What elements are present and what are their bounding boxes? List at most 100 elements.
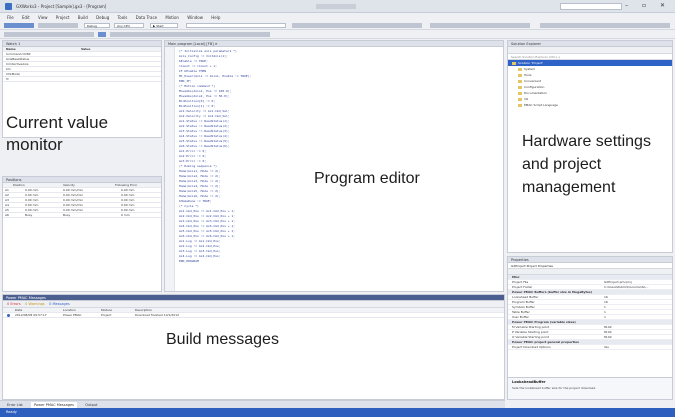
- editor-gutter: [165, 47, 175, 291]
- label-build-messages: Build messages: [166, 331, 279, 348]
- property-name: Power PMAC Program (variable sizes): [512, 320, 576, 324]
- program-editor[interactable]: Main program [Local] [FB] ✕ (* Initializ…: [164, 40, 504, 292]
- properties-desc-text: Sets the lookahead buffer size for the p…: [512, 386, 597, 390]
- folder-icon: [518, 79, 522, 83]
- editor-code[interactable]: (* Initialize axis parameters *) Axis_Con…: [179, 49, 499, 264]
- app-icon: [5, 3, 12, 10]
- property-name: Power PMAC Buffers (buffer size in MegaB…: [512, 290, 593, 294]
- toolbar-file-buttons[interactable]: [4, 23, 34, 28]
- position-cell: Busy: [63, 213, 71, 217]
- toolbar-pmac: [0, 30, 675, 39]
- watch-row[interactable]: Tc: [3, 77, 161, 82]
- bottom-tab-strip: Error List Power PMAC Messages Output: [0, 400, 505, 408]
- property-name: Project Folder: [512, 285, 533, 289]
- toolbar-pmac-right[interactable]: [110, 32, 270, 37]
- property-row[interactable]: Project Download Options Yes: [508, 345, 672, 350]
- property-name: Table Buffer: [512, 310, 530, 314]
- menu-view[interactable]: View: [38, 15, 48, 20]
- messages-filter-bar: 0 Errors 0 Warnings 0 Messages: [3, 301, 504, 308]
- menu-data-trace[interactable]: Data Trace: [136, 15, 157, 20]
- message-module: Project: [101, 313, 112, 317]
- message-date: 2012/08/08 09:57:17: [15, 313, 47, 317]
- properties-description: LookaheadBuffer Sets the lookahead buffe…: [508, 377, 672, 399]
- folder-icon: [518, 103, 522, 107]
- position-row[interactable]: A6 Busy Busy 0 mm: [3, 213, 161, 218]
- tree-item-label: Solution 'Project': [518, 61, 544, 65]
- menu-file[interactable]: File: [7, 15, 14, 20]
- positions-panel: Positions Position Velocity Following Er…: [2, 176, 162, 292]
- title-bar: GXWorks3 - Project [Sample].gx3 - [Progr…: [0, 0, 675, 13]
- menu-tools[interactable]: Tools: [118, 15, 128, 20]
- folder-icon: [518, 85, 522, 89]
- menu-build[interactable]: Build: [78, 15, 88, 20]
- code-line[interactable]: END_PROGRAM: [179, 259, 499, 264]
- message-row[interactable]: 2012/08/08 09:57:17 Power PMAC Project D…: [3, 313, 504, 318]
- property-name: Project Download Options: [512, 345, 551, 349]
- quick-launch-search[interactable]: [560, 3, 622, 10]
- property-name: Project File: [512, 280, 529, 284]
- menu-edit[interactable]: Edit: [22, 15, 30, 20]
- menu-motion[interactable]: Motion: [165, 15, 179, 20]
- window-controls[interactable]: – ▫ ✕: [625, 2, 671, 9]
- property-value[interactable]: Yes: [604, 345, 609, 350]
- label-program-editor: Program editor: [314, 170, 420, 187]
- editor-tab[interactable]: Main program [Local] [FB] ✕: [165, 41, 503, 47]
- position-cell: A6: [5, 213, 9, 217]
- info-icon: [7, 314, 10, 317]
- watch-header: Name Value: [3, 47, 161, 52]
- menu-project[interactable]: Project: [56, 15, 70, 20]
- find-combo[interactable]: [186, 23, 286, 28]
- folder-icon: [518, 73, 522, 77]
- watch-col-name: Name: [6, 47, 16, 51]
- toolbar-edit-buttons[interactable]: [38, 23, 78, 28]
- tree-item-label: Tools: [524, 73, 532, 77]
- warnings-filter-button[interactable]: 0 Warnings: [25, 302, 45, 306]
- config-combo[interactable]: Debug: [84, 23, 110, 28]
- watch-col-value: Value: [81, 47, 91, 51]
- folder-icon: [512, 61, 516, 65]
- title-center-tag: [316, 4, 356, 9]
- menu-help[interactable]: Help: [211, 15, 220, 20]
- message-description: Download finished 10/1/2012: [135, 313, 180, 317]
- tree-item-label: Convenient: [524, 79, 542, 83]
- toolbar-pmac-left[interactable]: [4, 32, 94, 37]
- property-name: Program Buffer: [512, 300, 535, 304]
- toolbar-extra-buttons[interactable]: [540, 23, 670, 28]
- properties-panel: Properties GXProject Project Properties …: [507, 256, 673, 400]
- menu-debug[interactable]: Debug: [96, 15, 109, 20]
- start-button[interactable]: ▶ Start: [150, 23, 178, 28]
- property-name: User Buffer: [512, 315, 529, 319]
- menu-bar: File Edit View Project Build Debug Tools…: [0, 13, 675, 21]
- property-name: Power PMAC project general properties: [512, 340, 579, 344]
- label-hardware-settings: Hardware settings and project management: [522, 133, 651, 196]
- tree-item-label: System: [524, 67, 536, 71]
- tree-item-label: PMAC Script Language: [524, 103, 558, 107]
- position-cell: 0 mm: [121, 213, 130, 217]
- properties-desc-title: LookaheadBuffer: [512, 380, 546, 384]
- status-bar: Ready: [0, 408, 675, 417]
- property-name: Q Variable Starting point: [512, 335, 549, 339]
- property-name: Symbols Buffer: [512, 305, 535, 309]
- messages-filter-button[interactable]: 0 Messages: [49, 302, 70, 306]
- message-location: Power PMAC: [63, 313, 82, 317]
- property-name: Lookahead Buffer: [512, 295, 539, 299]
- errors-filter-button[interactable]: 0 Errors: [7, 302, 21, 306]
- window-title: GXWorks3 - Project [Sample].gx3 - [Progr…: [16, 4, 107, 9]
- property-name: P Variable Starting point: [512, 330, 549, 334]
- toolbar-debug-buttons[interactable]: [292, 23, 422, 28]
- property-name: M Variable Starting point: [512, 325, 550, 329]
- tree-item[interactable]: PMAC Script Language: [508, 102, 672, 108]
- toolbar-pmac-icon[interactable]: [98, 32, 106, 37]
- position-cell: Busy: [25, 213, 33, 217]
- platform-combo[interactable]: Any CPU: [114, 23, 144, 28]
- toolbar-layout-buttons[interactable]: [430, 23, 530, 28]
- label-current-value-monitor: Current value monitor: [6, 113, 109, 154]
- tree-item-label: Configuration: [524, 85, 545, 89]
- solution-explorer-toolbar[interactable]: [508, 47, 672, 54]
- folder-icon: [518, 67, 522, 71]
- property-name: Misc: [512, 275, 520, 279]
- tree-item-label: Documentation: [524, 91, 548, 95]
- menu-window[interactable]: Window: [187, 15, 203, 20]
- folder-icon: [518, 91, 522, 95]
- tree-item-label: I/O: [524, 97, 529, 101]
